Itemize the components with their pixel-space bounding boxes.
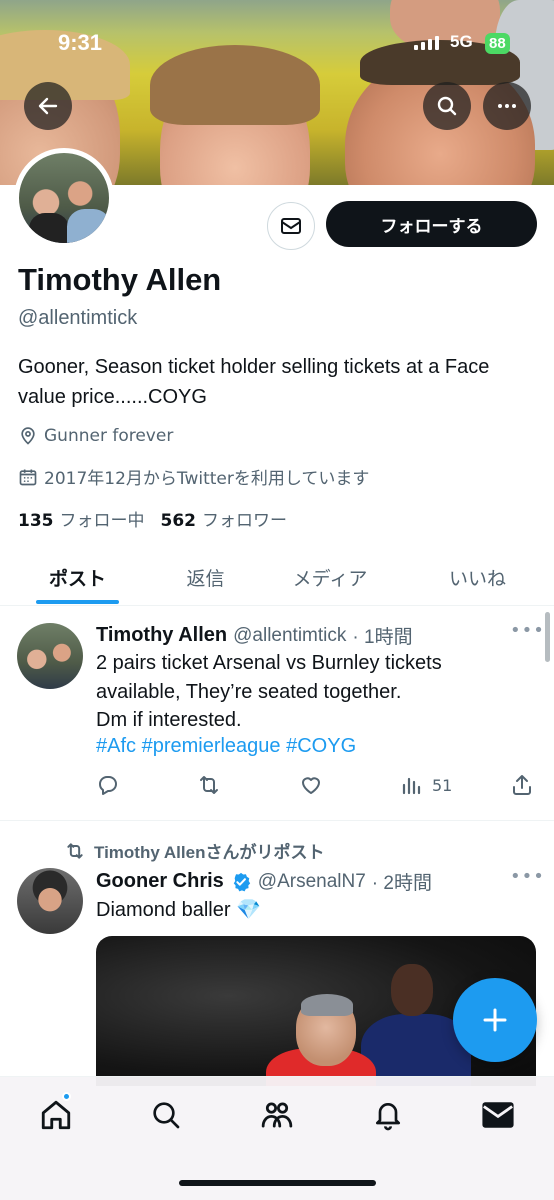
more-icon	[498, 104, 516, 108]
explore-icon	[153, 1102, 180, 1129]
views-button[interactable]: 51	[400, 773, 452, 797]
location-icon	[21, 427, 35, 445]
tab-replies[interactable]: 返信	[148, 548, 263, 606]
profile-tabs: ポスト 返信 メディア いいね	[0, 548, 554, 606]
tweet-header: Timothy Allen @allentimtick · 1時間	[96, 622, 413, 649]
scrollbar[interactable]	[545, 612, 550, 662]
tweet-author-handle[interactable]: @allentimtick	[233, 625, 346, 647]
tab-posts[interactable]: ポスト	[20, 548, 135, 606]
nav-home[interactable]	[36, 1095, 76, 1135]
profile-handle: @allentimtick	[18, 307, 138, 329]
message-button[interactable]	[267, 202, 315, 250]
views-icon	[402, 777, 421, 795]
battery-indicator: 88	[485, 33, 510, 54]
back-button[interactable]	[24, 82, 72, 130]
nav-explore[interactable]	[146, 1095, 186, 1135]
search-icon	[437, 96, 457, 116]
like-icon	[302, 777, 320, 794]
network-type: 5G	[450, 32, 473, 51]
share-icon	[513, 775, 531, 795]
following-label[interactable]: フォロー中	[60, 506, 145, 531]
display-name: Timothy Allen	[18, 262, 222, 297]
signal-icon	[414, 36, 439, 50]
tweet-author-name[interactable]: Gooner Chris	[96, 870, 224, 893]
like-button[interactable]	[299, 773, 323, 797]
profile-avatar[interactable]	[14, 148, 114, 248]
profile-bio: Gooner, Season ticket holder selling tic…	[18, 356, 490, 408]
nav-messages[interactable]	[478, 1095, 518, 1135]
join-date-text: 2017年12月からTwitterを利用しています	[44, 469, 370, 489]
tweet-time: · 2時間	[371, 873, 432, 894]
repost-label[interactable]: Timothy Allenさんがリポスト	[64, 838, 324, 863]
home-icon	[41, 1100, 71, 1130]
mail-icon	[281, 218, 301, 234]
communities-icon	[261, 1102, 293, 1128]
status-time: 9:31	[58, 30, 103, 55]
back-arrow-icon	[38, 97, 58, 115]
tab-likes[interactable]: いいね	[420, 548, 535, 606]
repost-label-text: Timothy Allenさんがリポスト	[94, 843, 325, 862]
tweet-author-handle[interactable]: @ArsenalN7	[258, 871, 366, 893]
tab-media[interactable]: メディア	[270, 548, 390, 606]
reply-button[interactable]	[96, 773, 120, 797]
calendar-icon	[19, 469, 37, 485]
tweet-text: 2 pairs ticket Arsenal vs Burnley ticket…	[96, 652, 442, 731]
nav-communities[interactable]	[257, 1095, 297, 1135]
verified-icon	[230, 871, 252, 893]
tweet-more-icon[interactable]: •••	[510, 866, 545, 887]
status-bar: 9:31 5G 88	[0, 22, 554, 66]
followers-count[interactable]: 562	[161, 511, 197, 531]
messages-icon	[482, 1102, 514, 1128]
home-indicator	[179, 1180, 376, 1186]
tweet-header: Gooner Chris @ArsenalN7 · 2時間	[96, 868, 432, 895]
location-text: Gunner forever	[44, 426, 174, 446]
share-button[interactable]	[510, 773, 534, 797]
tweet-text: Diamond baller 💎	[96, 899, 261, 921]
profile-location: Gunner forever	[18, 426, 173, 446]
repost-button[interactable]	[196, 773, 222, 797]
compose-plus-icon	[483, 1008, 507, 1032]
tweet-more-icon[interactable]: •••	[510, 620, 545, 641]
reply-icon	[99, 776, 117, 795]
following-count[interactable]: 135	[18, 511, 54, 531]
tweet-avatar[interactable]	[17, 623, 83, 689]
nav-notifications[interactable]	[368, 1095, 408, 1135]
tweet-time: · 1時間	[352, 627, 413, 648]
active-tab-indicator	[36, 600, 119, 604]
tweet-avatar[interactable]	[17, 868, 83, 934]
more-options-button[interactable]	[483, 82, 531, 130]
views-count: 51	[432, 775, 453, 795]
tweet-hashtags[interactable]: #Afc #premierleague #COYG	[96, 735, 356, 758]
search-button[interactable]	[423, 82, 471, 130]
tweet-actions: 51	[96, 773, 536, 803]
profile-join-date: 2017年12月からTwitterを利用しています	[18, 464, 369, 489]
followers-label[interactable]: フォロワー	[202, 506, 287, 531]
compose-button[interactable]	[453, 978, 537, 1062]
follow-button[interactable]: フォローする	[326, 201, 537, 247]
repost-icon	[67, 842, 83, 859]
follow-counts: 135 フォロー中 562 フォロワー	[18, 506, 287, 531]
home-notification-dot	[62, 1092, 71, 1101]
tweet-divider	[0, 820, 554, 821]
repost-icon	[200, 776, 218, 794]
tweet-author-name[interactable]: Timothy Allen	[96, 624, 227, 647]
notifications-icon	[376, 1103, 400, 1131]
